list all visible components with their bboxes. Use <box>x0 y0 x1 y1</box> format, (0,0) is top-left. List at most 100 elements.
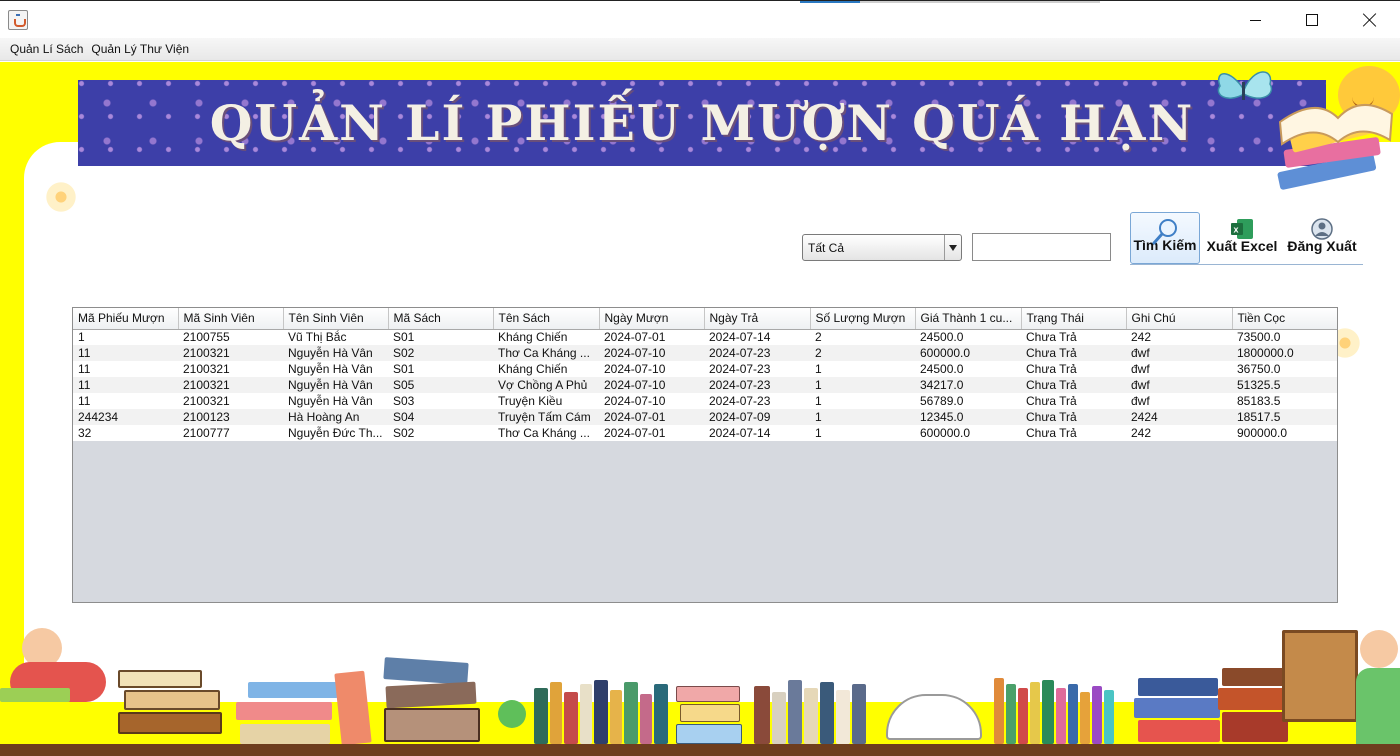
table-cell: 51325.5 <box>1232 377 1337 393</box>
table-cell: Chưa Trả <box>1021 425 1126 441</box>
book-icon <box>124 690 220 710</box>
svg-text:x: x <box>1234 225 1239 235</box>
column-header[interactable]: Ngày Mượn <box>599 308 705 330</box>
book-icon <box>1092 686 1102 744</box>
table-cell: 11 <box>73 345 178 361</box>
search-input[interactable] <box>972 233 1111 261</box>
overdue-loans-table[interactable]: Mã Phiếu Mượn Mã Sinh Viên Tên Sinh Viên… <box>72 307 1338 603</box>
table-row[interactable]: 11 2100321 Nguyễn Hà Vân S01 Kháng Chiến… <box>73 361 1337 377</box>
book-icon <box>1104 690 1114 744</box>
flower-decoration-icon <box>44 180 78 214</box>
column-header[interactable]: Tên Sách <box>493 308 600 330</box>
book-icon <box>610 690 622 744</box>
table-cell: 2024-07-14 <box>704 329 810 345</box>
table-cell: 11 <box>73 377 178 393</box>
table-cell: 32 <box>73 425 178 441</box>
child-body-icon <box>1356 668 1400 744</box>
table-cell: Chưa Trả <box>1021 329 1126 345</box>
table-cell: Kháng Chiến <box>493 329 599 345</box>
book-icon <box>1068 684 1078 744</box>
table-cell: Nguyễn Hà Vân <box>283 361 388 377</box>
maximize-button[interactable] <box>1283 1 1341 39</box>
table-cell: 24500.0 <box>915 329 1021 345</box>
minimize-button[interactable] <box>1226 1 1284 39</box>
column-header[interactable]: Tên Sinh Viên <box>283 308 389 330</box>
table-cell: Truyện Kiều <box>493 393 599 409</box>
table-cell: Chưa Trả <box>1021 377 1126 393</box>
table-row[interactable]: 1 2100755 Vũ Thị Bắc S01 Kháng Chiến 202… <box>73 329 1337 345</box>
table-cell: 12345.0 <box>915 409 1021 425</box>
table-row[interactable]: 32 2100777 Nguyễn Đức Th... S02 Thơ Ca K… <box>73 425 1337 441</box>
menu-quan-ly-thu-vien[interactable]: Quản Lý Thư Viện <box>87 42 193 56</box>
table-cell: đwf <box>1126 345 1232 361</box>
table-cell: 1800000.0 <box>1232 345 1337 361</box>
book-icon <box>836 690 850 744</box>
column-header[interactable]: Số Lượng Mượn <box>810 308 916 330</box>
table-cell: S04 <box>388 409 493 425</box>
table-cell: S01 <box>388 329 493 345</box>
table-row[interactable]: 11 2100321 Nguyễn Hà Vân S05 Vợ Chồng A … <box>73 377 1337 393</box>
table-cell: 242 <box>1126 425 1232 441</box>
book-icon <box>594 680 608 744</box>
column-header[interactable]: Tiền Cọc <box>1232 308 1337 330</box>
table-cell: Chưa Trả <box>1021 345 1126 361</box>
column-header[interactable]: Mã Sách <box>388 308 494 330</box>
table-cell: 244234 <box>73 409 178 425</box>
book-icon <box>772 692 786 744</box>
filter-dropdown[interactable]: Tất Cả <box>802 234 962 261</box>
table-cell: 242 <box>1126 329 1232 345</box>
book-icon <box>654 684 668 744</box>
book-icon <box>1138 720 1220 742</box>
book-icon <box>0 688 70 702</box>
magnifier-icon <box>1152 219 1177 245</box>
table-cell: 2 <box>810 345 915 361</box>
table-cell: 600000.0 <box>915 345 1021 361</box>
table-cell: 11 <box>73 393 178 409</box>
menu-quan-li-sach[interactable]: Quản Lí Sách <box>6 42 87 56</box>
book-icon <box>1042 680 1054 744</box>
table-cell: 1 <box>810 425 915 441</box>
table-row[interactable]: 11 2100321 Nguyễn Hà Vân S03 Truyện Kiều… <box>73 393 1337 409</box>
table-cell: 2100755 <box>178 329 283 345</box>
table-cell: 1 <box>73 329 178 345</box>
table-row[interactable]: 244234 2100123 Hà Hoàng An S04 Truyện Tấ… <box>73 409 1337 425</box>
table-cell: 2024-07-14 <box>704 425 810 441</box>
chevron-down-icon[interactable] <box>944 235 961 260</box>
table-cell: Nguyễn Hà Vân <box>283 377 388 393</box>
table-cell: 2024-07-10 <box>599 377 704 393</box>
table-cell: Truyện Tấm Cám <box>493 409 599 425</box>
table-cell: Chưa Trả <box>1021 361 1126 377</box>
column-header[interactable]: Giá Thành 1 cu... <box>915 308 1022 330</box>
book-icon <box>1030 682 1040 744</box>
table-cell: 600000.0 <box>915 425 1021 441</box>
table-cell: 1 <box>810 361 915 377</box>
close-button[interactable] <box>1341 1 1399 39</box>
table-cell: Chưa Trả <box>1021 409 1126 425</box>
column-header[interactable]: Ngày Trả <box>704 308 811 330</box>
table-cell: 2024-07-23 <box>704 345 810 361</box>
book-icon <box>240 724 330 744</box>
column-header[interactable]: Mã Phiếu Mượn <box>73 308 179 330</box>
table-cell: 85183.5 <box>1232 393 1337 409</box>
table-cell: 2100321 <box>178 361 283 377</box>
child-icon <box>1360 630 1398 668</box>
title-accent <box>800 1 860 3</box>
book-icon <box>852 684 866 744</box>
table-cell: 2024-07-23 <box>704 393 810 409</box>
plant-icon <box>498 700 526 728</box>
column-header[interactable]: Ghi Chú <box>1126 308 1233 330</box>
search-button[interactable]: Tìm Kiếm <box>1130 212 1200 264</box>
column-header[interactable]: Mã Sinh Viên <box>178 308 284 330</box>
excel-icon: x <box>1231 219 1253 239</box>
export-excel-button[interactable]: x Xuất Excel <box>1203 212 1281 264</box>
books-stack-icon <box>1277 103 1394 190</box>
maximize-icon <box>1306 14 1318 26</box>
filter-selected-value: Tất Cả <box>808 240 845 255</box>
table-row[interactable]: 11 2100321 Nguyễn Hà Vân S02 Thơ Ca Khán… <box>73 345 1337 361</box>
user-icon <box>1311 218 1333 240</box>
book-icon <box>1222 668 1286 686</box>
book-icon <box>1134 698 1220 718</box>
table-cell: Nguyễn Hà Vân <box>283 345 388 361</box>
column-header[interactable]: Trạng Thái <box>1021 308 1127 330</box>
logout-button[interactable]: Đăng Xuất <box>1283 212 1361 264</box>
